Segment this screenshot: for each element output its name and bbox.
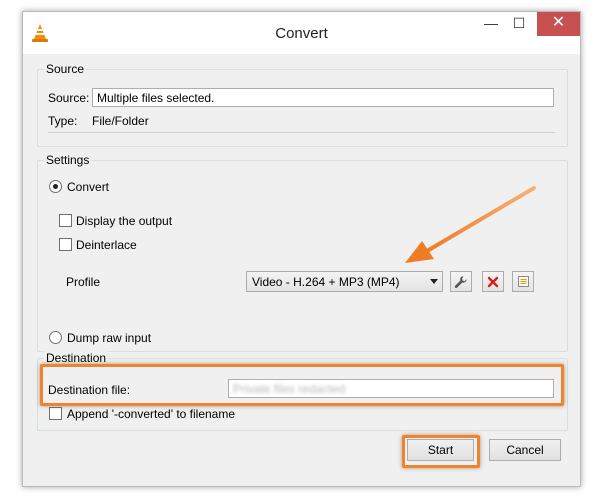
destination-highlight (40, 364, 564, 406)
source-separator (48, 132, 555, 133)
close-button[interactable]: ✕ (537, 12, 580, 36)
dump-raw-radio[interactable] (49, 331, 62, 344)
type-value: File/Folder (92, 114, 149, 128)
wrench-icon (454, 276, 467, 288)
delete-profile-button[interactable] (482, 271, 504, 292)
display-output-label[interactable]: Display the output (76, 214, 172, 228)
append-converted-label[interactable]: Append '-converted' to filename (67, 407, 235, 421)
settings-group: Settings Convert Display the output Dein… (37, 153, 568, 352)
source-group-label: Source (44, 62, 87, 76)
source-field[interactable]: Multiple files selected. (92, 88, 554, 107)
profile-select-value: Video - H.264 + MP3 (MP4) (252, 275, 400, 289)
convert-radio-label[interactable]: Convert (67, 180, 109, 194)
profile-label: Profile (66, 275, 101, 289)
delete-icon (487, 276, 499, 288)
settings-group-label: Settings (44, 153, 92, 167)
new-profile-icon (517, 276, 529, 287)
deinterlace-checkbox[interactable] (59, 238, 72, 251)
append-converted-checkbox[interactable] (49, 407, 62, 420)
minimize-button[interactable]: — (477, 12, 505, 36)
display-output-checkbox[interactable] (59, 214, 72, 227)
convert-radio[interactable] (49, 180, 62, 193)
profile-select[interactable]: Video - H.264 + MP3 (MP4) (246, 271, 443, 292)
start-button-highlight (402, 435, 480, 468)
destination-group-label: Destination (44, 351, 109, 365)
edit-profile-button[interactable] (450, 271, 472, 292)
chevron-down-icon (430, 279, 438, 284)
dump-raw-label[interactable]: Dump raw input (67, 331, 151, 345)
maximize-button[interactable]: ☐ (505, 12, 533, 36)
cancel-button[interactable]: Cancel (489, 439, 561, 461)
convert-dialog: Convert — ☐ ✕ Source Source: Multiple fi… (22, 11, 581, 487)
source-label: Source: (48, 91, 90, 105)
new-profile-button[interactable] (512, 271, 534, 292)
deinterlace-label[interactable]: Deinterlace (76, 238, 137, 252)
title-bar: Convert — ☐ ✕ (23, 12, 580, 54)
type-label: Type: (48, 114, 78, 128)
source-group: Source Source: Multiple files selected. … (37, 62, 568, 147)
